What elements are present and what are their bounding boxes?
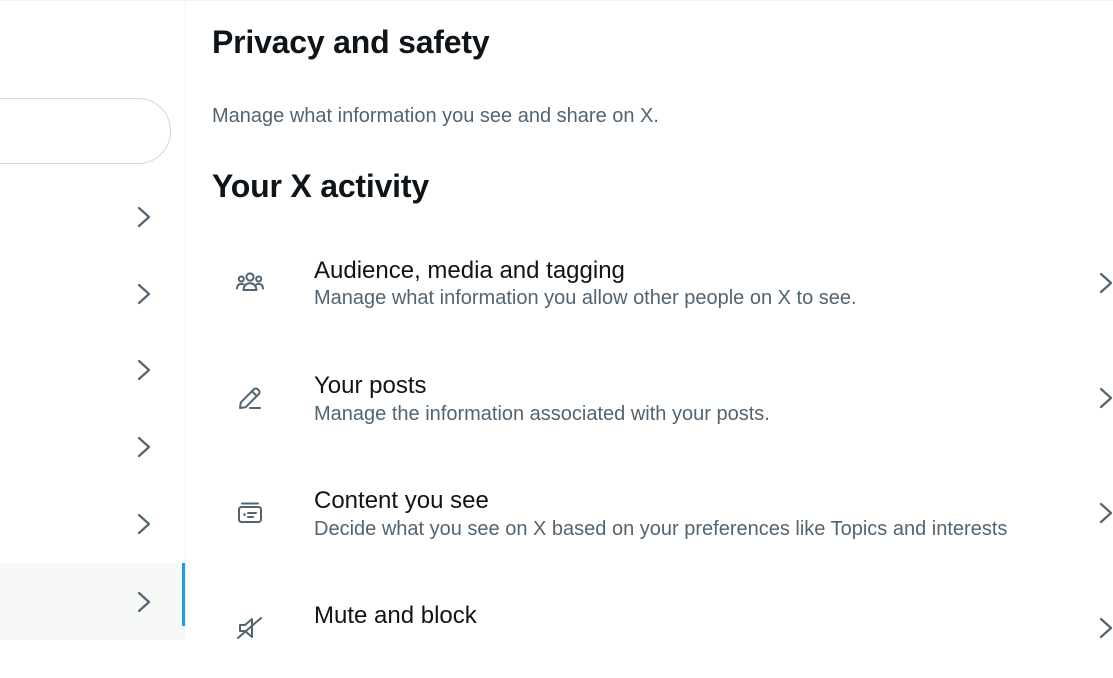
chevron-right-icon [137,206,151,227]
content-card-icon [238,502,262,523]
mute-and-block-link[interactable]: Mute and block [186,578,1113,678]
settings-nav [0,0,185,640]
item-description: Manage what information you allow other … [314,287,857,309]
item-description: Decide what you see on X based on your p… [314,518,1008,540]
item-label: Audience, media and tagging [314,257,625,284]
item-description: Manage the information associated with y… [314,403,770,425]
audience-media-tagging-link[interactable]: Audience, media and tagging Manage what … [186,233,1113,333]
pencil-icon [239,387,261,409]
item-label: Content you see [314,487,489,514]
settings-nav-item-active[interactable] [0,563,185,640]
settings-nav-item[interactable] [0,255,185,332]
settings-nav-item[interactable] [0,485,185,562]
people-icon [236,272,264,291]
chevron-right-icon [1097,271,1113,295]
page-description: Manage what information you see and shar… [212,105,659,127]
section-title: Your X activity [212,168,429,204]
your-posts-link[interactable]: Your posts Manage the information associ… [186,348,1113,448]
settings-nav-item[interactable] [0,408,185,485]
mute-speaker-icon [237,617,262,639]
settings-nav-item[interactable] [0,178,185,255]
settings-search-input[interactable] [0,98,171,164]
chevron-right-icon [137,513,151,534]
chevron-right-icon [1097,386,1113,410]
content-you-see-link[interactable]: Content you see Decide what you see on X… [186,463,1113,563]
chevron-right-icon [137,283,151,304]
item-label: Your posts [314,372,427,399]
chevron-right-icon [137,591,151,612]
chevron-right-icon [137,436,151,457]
chevron-right-icon [137,359,151,380]
page-title: Privacy and safety [212,24,490,60]
chevron-right-icon [1097,501,1113,525]
privacy-safety-panel: Privacy and safety Manage what informati… [186,0,1113,639]
chevron-right-icon [1097,616,1113,640]
settings-nav-item[interactable] [0,331,185,408]
